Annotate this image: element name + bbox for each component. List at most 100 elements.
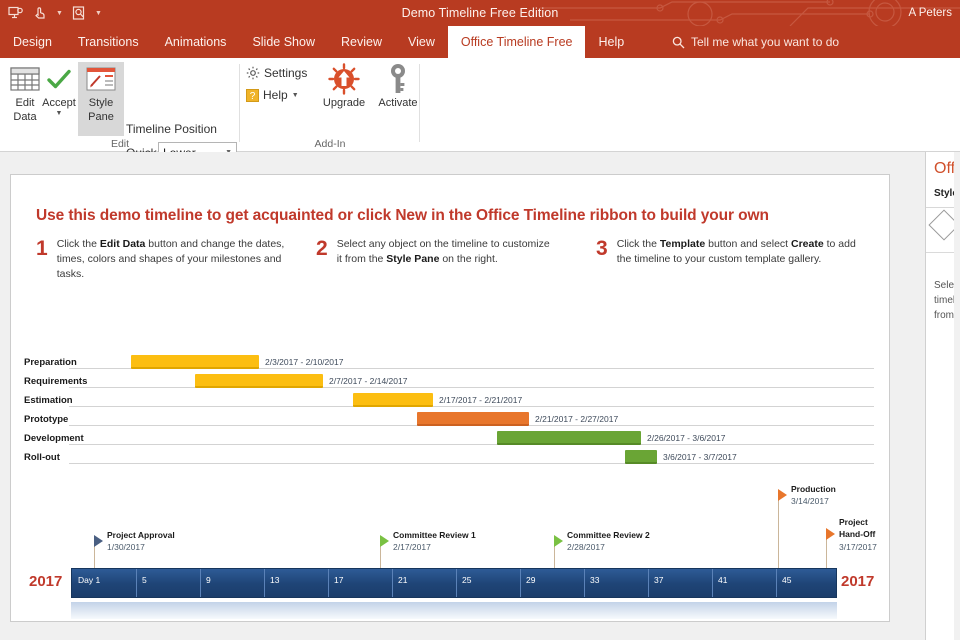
- task-label-rollout: Roll-out: [24, 452, 60, 463]
- upgrade-arrow-icon: [328, 62, 360, 96]
- axis-tick: [520, 569, 521, 597]
- axis-year-left: 2017: [29, 573, 63, 590]
- style-pane-label-line2: Pane: [88, 110, 114, 123]
- axis-tick-label-3: 13: [270, 575, 280, 585]
- edit-data-label-line2: Data: [13, 110, 37, 123]
- settings-button[interactable]: Settings: [246, 66, 307, 80]
- milestone-flag-icon: [826, 528, 835, 540]
- svg-text:?: ?: [250, 91, 256, 102]
- axis-tick-label-1: 5: [142, 575, 147, 585]
- axis-tick: [328, 569, 329, 597]
- account-name: A Peters: [908, 7, 952, 19]
- search-icon: [672, 36, 685, 48]
- tab-slide-show[interactable]: Slide Show: [239, 26, 328, 58]
- task-bar-preparation[interactable]: [131, 355, 259, 369]
- task-bar-prototype[interactable]: [417, 412, 529, 426]
- axis-tick: [648, 569, 649, 597]
- slide-canvas[interactable]: Use this demo timeline to get acquainted…: [10, 174, 890, 622]
- axis-tick: [584, 569, 585, 597]
- axis-tick: [456, 569, 457, 597]
- task-bar-development[interactable]: [497, 431, 641, 445]
- ribbon-group-addin: Settings ? Help ▼ Upgrade Activate Add-I…: [240, 58, 420, 152]
- tab-transitions[interactable]: Transitions: [65, 26, 152, 58]
- axis-tick: [200, 569, 201, 597]
- tell-me-placeholder: Tell me what you want to do: [691, 35, 840, 49]
- task-bar-estimation[interactable]: [353, 393, 433, 407]
- task-date-prototype: 2/21/2017 - 2/27/2017: [535, 414, 619, 424]
- tab-help[interactable]: Help: [585, 26, 637, 58]
- task-date-requirements: 2/7/2017 - 2/14/2017: [329, 376, 408, 386]
- ribbon-body: Edit Data Accept ▼ Style Pane Timeline P…: [0, 58, 960, 187]
- style-pane-button[interactable]: Style Pane: [78, 62, 124, 136]
- axis-tick-label-10: 41: [718, 575, 728, 585]
- milestone-flag-icon: [380, 535, 389, 547]
- accept-chevron-down-icon[interactable]: ▼: [56, 110, 63, 118]
- axis-tick: [136, 569, 137, 597]
- axis-tick-label-6: 25: [462, 575, 472, 585]
- task-label-preparation: Preparation: [24, 357, 77, 368]
- axis-tick-label-9: 37: [654, 575, 664, 585]
- edit-data-label-line1: Edit: [15, 97, 35, 109]
- tab-design[interactable]: Design: [0, 26, 65, 58]
- milestone-flag-icon: [94, 535, 103, 547]
- axis-tick: [776, 569, 777, 597]
- axis-tick-label-8: 33: [590, 575, 600, 585]
- group-label-addin: Add-In: [314, 138, 346, 150]
- settings-label: Settings: [264, 66, 308, 80]
- axis-tick-label-2: 9: [206, 575, 211, 585]
- gear-icon: [246, 66, 260, 80]
- task-baseline-6: [69, 463, 874, 464]
- task-date-preparation: 2/3/2017 - 2/10/2017: [265, 357, 344, 367]
- group-separator-2: [419, 64, 420, 142]
- axis-tick-label-0: Day 1: [78, 575, 101, 585]
- help-button[interactable]: ? Help ▼: [246, 88, 299, 102]
- vertical-scrollbar[interactable]: [954, 152, 960, 640]
- task-date-rollout: 3/6/2017 - 3/7/2017: [663, 452, 737, 462]
- task-baseline-2: [69, 387, 874, 388]
- axis-tick: [712, 569, 713, 597]
- help-label: Help: [263, 88, 288, 102]
- ribbon-tab-strip: Design Transitions Animations Slide Show…: [0, 26, 960, 58]
- task-date-estimation: 2/17/2017 - 2/21/2017: [439, 395, 523, 405]
- accept-button[interactable]: Accept ▼: [36, 62, 82, 136]
- help-chevron-down-icon[interactable]: ▼: [292, 92, 299, 99]
- axis-tick-label-7: 29: [526, 575, 536, 585]
- document-title: Demo Timeline Free Edition: [401, 6, 559, 20]
- group-label-edit: Edit: [110, 138, 130, 150]
- tab-review[interactable]: Review: [328, 26, 395, 58]
- ribbon-group-edit: Edit Data Accept ▼ Style Pane Timeline P…: [0, 58, 240, 187]
- task-label-requirements: Requirements: [24, 376, 88, 387]
- task-bar-rollout[interactable]: [625, 450, 657, 464]
- axis-tick: [392, 569, 393, 597]
- task-label-prototype: Prototype: [24, 414, 69, 425]
- task-label-estimation: Estimation: [24, 395, 73, 406]
- tab-view[interactable]: View: [395, 26, 448, 58]
- key-icon: [385, 62, 411, 96]
- milestone-flag-icon: [778, 489, 787, 501]
- style-pane-label-line1: Style: [88, 97, 114, 109]
- powerpoint-window: ▼ ▼ Demo Timeline Free Edition A Peters …: [0, 0, 960, 640]
- style-pane: Office Timeline Style Select an object o…: [925, 152, 960, 640]
- axis-tick-label-11: 45: [782, 575, 792, 585]
- task-label-development: Development: [24, 433, 84, 444]
- tell-me-search[interactable]: Tell me what you want to do: [672, 26, 839, 58]
- tab-office-timeline-free[interactable]: Office Timeline Free: [447, 26, 586, 58]
- title-bar: ▼ ▼ Demo Timeline Free Edition A Peters: [0, 0, 960, 26]
- upgrade-button[interactable]: Upgrade: [316, 62, 372, 136]
- timeline-position-label: Timeline Position: [126, 122, 217, 136]
- activate-label: Activate: [378, 97, 418, 109]
- task-baseline-3: [69, 406, 874, 407]
- help-question-icon: ?: [246, 88, 259, 102]
- axis-reflection: [71, 602, 837, 619]
- task-baseline-5: [69, 444, 874, 445]
- task-bar-requirements[interactable]: [195, 374, 323, 388]
- timeline-gantt-chart[interactable]: Preparation 2/3/2017 - 2/10/2017 Require…: [11, 175, 891, 623]
- upgrade-label: Upgrade: [322, 97, 366, 109]
- axis-tick-label-4: 17: [334, 575, 344, 585]
- tab-animations[interactable]: Animations: [152, 26, 240, 58]
- checkmark-icon: [45, 62, 73, 96]
- slide-workspace: Use this demo timeline to get acquainted…: [0, 152, 925, 640]
- milestone-flag-icon: [554, 535, 563, 547]
- timeline-axis[interactable]: Day 1 5 9 13 17 21 25 29 33 37 41 45: [71, 568, 837, 598]
- activate-button[interactable]: Activate: [372, 62, 424, 136]
